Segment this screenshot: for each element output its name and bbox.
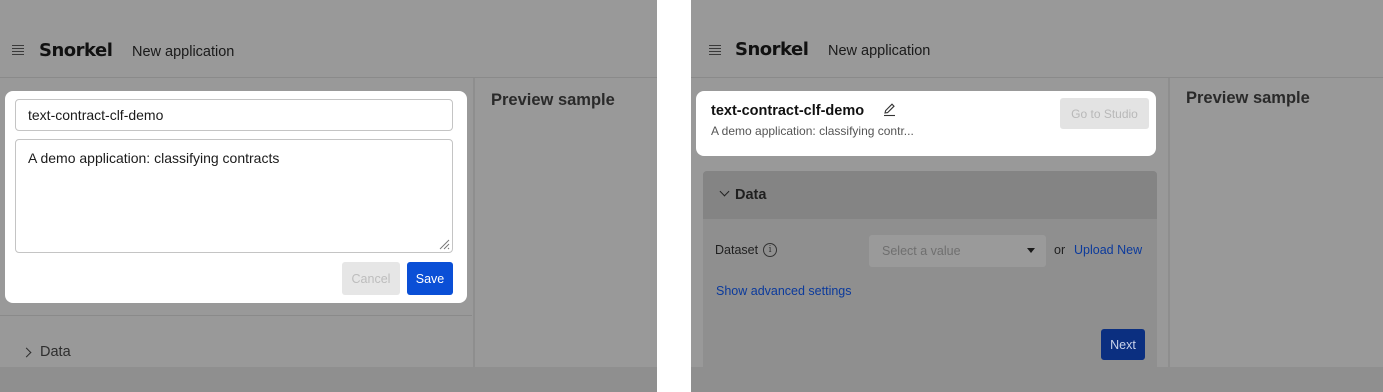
data-section: Data Dataset i Select a value or Upload … <box>703 171 1157 371</box>
bottom-strip <box>0 367 657 392</box>
go-to-studio-button[interactable]: Go to Studio <box>1060 98 1149 129</box>
caret-down-icon <box>1027 248 1035 253</box>
cancel-button[interactable]: Cancel <box>342 262 400 295</box>
data-section-label: Data <box>40 344 71 360</box>
snorkel-logo: Snorkel <box>735 39 809 60</box>
upload-new-link[interactable]: Upload New <box>1074 243 1142 257</box>
dataset-label-text: Dataset <box>715 243 759 257</box>
app-header: Snorkel New application <box>0 0 657 78</box>
dataset-label: Dataset i <box>715 243 778 257</box>
app-header: Snorkel New application <box>691 0 1383 78</box>
page-title: New application <box>132 44 235 60</box>
edit-pencil-icon[interactable] <box>882 102 897 117</box>
save-button[interactable]: Save <box>407 262 453 295</box>
bottom-strip <box>691 367 1383 392</box>
data-section-collapsed[interactable]: Data <box>21 344 71 360</box>
app-description-textarea[interactable]: A demo application: classifying contract… <box>15 139 453 253</box>
app-name: text-contract-clf-demo <box>711 103 865 119</box>
show-advanced-settings-link[interactable]: Show advanced settings <box>716 284 852 298</box>
left-screen: Snorkel New application Preview sample D… <box>0 0 657 392</box>
chevron-down-icon <box>719 186 730 197</box>
info-icon[interactable]: i <box>763 243 778 257</box>
page-title: New application <box>828 43 931 59</box>
or-text: or <box>1054 243 1066 257</box>
app-description: A demo application: classifying contr... <box>711 124 914 138</box>
app-edit-card: text-contract-clf-demo A demo applicatio… <box>5 91 467 303</box>
next-button[interactable]: Next <box>1101 329 1145 360</box>
hamburger-menu-icon[interactable] <box>709 45 721 55</box>
dataset-select[interactable]: Select a value <box>869 235 1046 267</box>
app-name-input[interactable]: text-contract-clf-demo <box>15 99 453 131</box>
right-screen: Snorkel New application Preview sample t… <box>691 0 1383 392</box>
data-section-header[interactable]: Data <box>703 171 1157 219</box>
column-divider <box>1168 78 1170 367</box>
section-divider <box>0 315 472 316</box>
chevron-right-icon <box>21 347 32 357</box>
hamburger-menu-icon[interactable] <box>12 45 24 55</box>
app-summary-card: text-contract-clf-demo A demo applicatio… <box>696 91 1156 156</box>
dataset-select-placeholder: Select a value <box>882 244 961 258</box>
description-text: A demo application: classifying contract… <box>28 150 280 166</box>
snorkel-logo: Snorkel <box>39 40 113 61</box>
column-divider <box>473 78 475 367</box>
preview-sample-title: Preview sample <box>491 91 615 109</box>
preview-sample-title: Preview sample <box>1186 89 1310 107</box>
data-section-label: Data <box>735 187 767 203</box>
resize-handle-icon[interactable] <box>438 238 450 250</box>
